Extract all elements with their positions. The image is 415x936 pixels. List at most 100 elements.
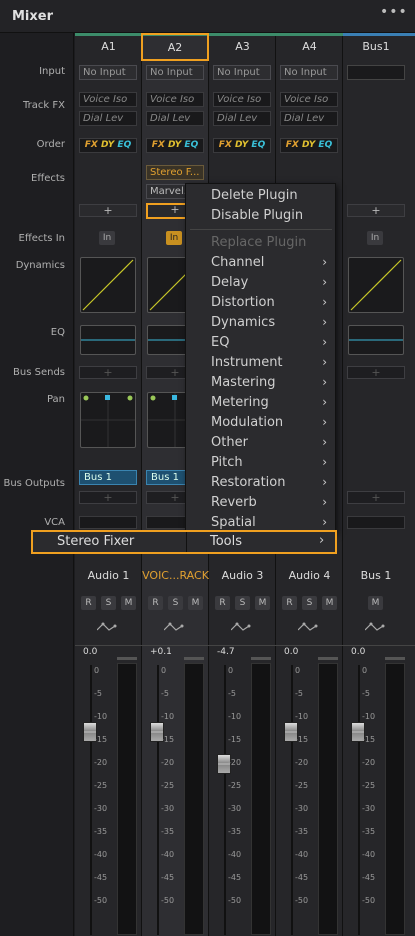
dynamics-graph[interactable] xyxy=(348,257,404,313)
channel-header[interactable]: A3 xyxy=(209,33,276,61)
menu-item-reverb[interactable]: Reverb › xyxy=(186,495,335,515)
automation-icon[interactable] xyxy=(163,622,186,635)
more-options-icon[interactable]: ••• xyxy=(380,4,408,20)
menu-item-disable-plugin[interactable]: Disable Plugin xyxy=(211,208,303,223)
menu-item-dynamics[interactable]: Dynamics › xyxy=(186,315,335,335)
channel-header[interactable]: Bus1 xyxy=(343,33,409,61)
order-selector[interactable]: FX DY EQ xyxy=(146,138,204,153)
order-selector[interactable]: FX DY EQ xyxy=(213,138,271,153)
track-name[interactable]: VOIC...RACK xyxy=(142,569,209,582)
submenu-item-stereo-fixer[interactable]: Stereo Fixer xyxy=(57,534,134,549)
add-effect-button[interactable]: + xyxy=(79,204,137,217)
menu-item-metering[interactable]: Metering › xyxy=(186,395,335,415)
db-scale-label: -20 xyxy=(362,758,376,767)
track-fx-slot[interactable]: Voice Iso xyxy=(213,92,271,107)
menu-item-eq[interactable]: EQ › xyxy=(186,335,335,355)
mute-button[interactable]: M xyxy=(255,596,270,610)
bus-output-selector[interactable]: Bus 1 xyxy=(79,470,137,485)
track-fx-slot[interactable]: Dial Lev xyxy=(146,111,204,126)
menu-item-delay[interactable]: Delay › xyxy=(186,275,335,295)
plugin-context-menu: Delete Plugin Disable Plugin Replace Plu… xyxy=(185,183,336,533)
menu-item-instrument[interactable]: Instrument › xyxy=(186,355,335,375)
track-fx-slot[interactable]: Voice Iso xyxy=(280,92,338,107)
chevron-right-icon: › xyxy=(322,435,327,449)
db-scale-label: 0 xyxy=(228,666,234,675)
input-selector[interactable]: No Input xyxy=(213,65,271,80)
pan-control[interactable] xyxy=(80,392,136,448)
input-selector[interactable]: No Input xyxy=(79,65,137,80)
mute-button[interactable]: M xyxy=(368,596,383,610)
vca-selector[interactable] xyxy=(347,516,405,529)
eq-graph[interactable] xyxy=(348,325,404,355)
row-label-vca: VCA xyxy=(44,517,65,528)
menu-item-modulation[interactable]: Modulation › xyxy=(186,415,335,435)
track-name[interactable]: Audio 3 xyxy=(209,569,276,582)
add-bus-output-button[interactable]: + xyxy=(79,491,137,504)
menu-item-label: Mastering xyxy=(211,375,276,390)
track-name[interactable]: Audio 1 xyxy=(75,569,142,582)
solo-button[interactable]: S xyxy=(235,596,250,610)
channel-strip-bus1: Bus1 + In + + Bus 1 M 0.0 xyxy=(343,33,415,936)
input-selector[interactable]: No Input xyxy=(280,65,338,80)
solo-button[interactable]: S xyxy=(168,596,183,610)
db-scale-label: -25 xyxy=(362,781,376,790)
add-effect-button[interactable]: + xyxy=(347,204,405,217)
effect-slot[interactable]: Stereo F... xyxy=(146,165,204,180)
channel-header[interactable]: A1 xyxy=(75,33,142,61)
menu-item-other[interactable]: Other › xyxy=(186,435,335,455)
mute-button[interactable]: M xyxy=(322,596,337,610)
solo-button[interactable]: S xyxy=(302,596,317,610)
record-button[interactable]: R xyxy=(148,596,163,610)
menu-item-channel[interactable]: Channel › xyxy=(186,255,335,275)
order-selector[interactable]: FX DY EQ xyxy=(79,138,137,153)
chevron-right-icon: › xyxy=(322,415,327,429)
track-fx-slot[interactable]: Voice Iso xyxy=(79,92,137,107)
track-fx-slot[interactable]: Dial Lev xyxy=(79,111,137,126)
add-bus-output-button[interactable]: + xyxy=(347,491,405,504)
solo-button[interactable]: S xyxy=(101,596,116,610)
menu-item-restoration[interactable]: Restoration › xyxy=(186,475,335,495)
track-name[interactable]: Audio 4 xyxy=(276,569,343,582)
track-fx-slot[interactable]: Dial Lev xyxy=(280,111,338,126)
channel-header[interactable]: A4 xyxy=(276,33,343,61)
effects-in-toggle[interactable]: In xyxy=(166,231,182,245)
dynamics-graph[interactable] xyxy=(80,257,136,313)
effects-in-toggle[interactable]: In xyxy=(367,231,383,245)
track-name[interactable]: Bus 1 xyxy=(343,569,409,582)
automation-icon[interactable] xyxy=(297,622,320,635)
channel-strip-a1: A1 No Input Voice Iso Dial Lev FX DY EQ … xyxy=(75,33,142,936)
track-fx-slot[interactable]: Dial Lev xyxy=(213,111,271,126)
mute-button[interactable]: M xyxy=(188,596,203,610)
add-bus-send-button[interactable]: + xyxy=(79,366,137,379)
db-scale-label: -50 xyxy=(228,896,242,905)
add-bus-send-button[interactable]: + xyxy=(347,366,405,379)
record-button[interactable]: R xyxy=(215,596,230,610)
db-scale-label: -35 xyxy=(161,827,175,836)
mixer-title-bar xyxy=(0,0,415,33)
input-selector[interactable] xyxy=(347,65,405,80)
db-scale-label: -30 xyxy=(94,804,108,813)
automation-icon[interactable] xyxy=(96,622,119,635)
record-button[interactable]: R xyxy=(282,596,297,610)
menu-item-delete-plugin[interactable]: Delete Plugin xyxy=(211,188,298,203)
track-fx-slot[interactable]: Voice Iso xyxy=(146,92,204,107)
vca-selector[interactable] xyxy=(79,516,137,529)
chevron-right-icon: › xyxy=(322,475,327,489)
record-button[interactable]: R xyxy=(81,596,96,610)
menu-item-pitch[interactable]: Pitch › xyxy=(186,455,335,475)
effects-in-toggle[interactable]: In xyxy=(99,231,115,245)
meter-peak xyxy=(385,657,405,660)
automation-icon[interactable] xyxy=(230,622,253,635)
gain-value: +0.1 xyxy=(150,647,172,657)
automation-icon[interactable] xyxy=(364,622,387,635)
eq-graph[interactable] xyxy=(80,325,136,355)
channel-header[interactable]: A2 xyxy=(141,33,209,61)
chevron-right-icon: › xyxy=(322,295,327,309)
menu-item-tools[interactable]: Tools xyxy=(210,534,242,549)
menu-item-distortion[interactable]: Distortion › xyxy=(186,295,335,315)
input-selector[interactable]: No Input xyxy=(146,65,204,80)
db-scale-label: -30 xyxy=(362,804,376,813)
order-selector[interactable]: FX DY EQ xyxy=(280,138,338,153)
menu-item-mastering[interactable]: Mastering › xyxy=(186,375,335,395)
mute-button[interactable]: M xyxy=(121,596,136,610)
